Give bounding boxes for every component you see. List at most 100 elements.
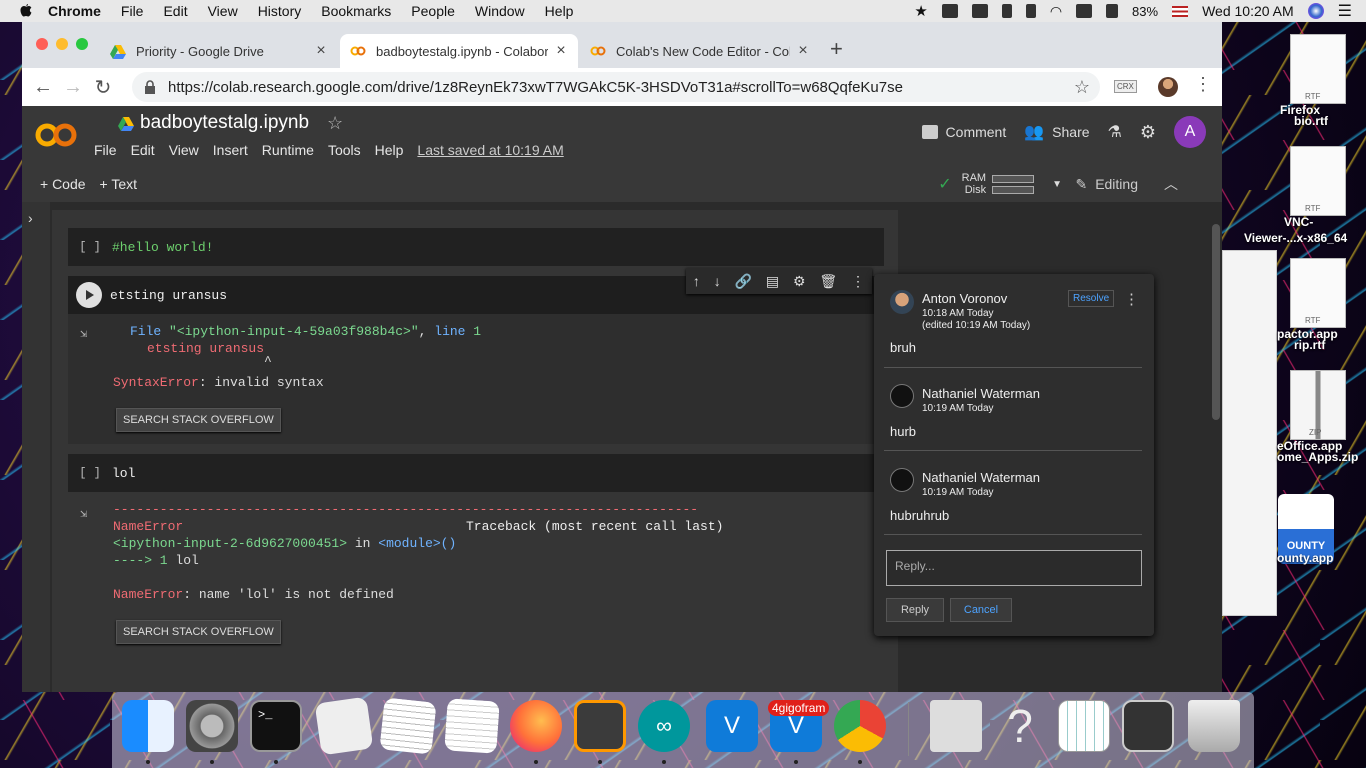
move-up-icon[interactable]: ↑ xyxy=(693,273,700,289)
star-icon[interactable]: ★ xyxy=(914,2,927,20)
siri-icon[interactable] xyxy=(1307,3,1324,19)
reply-button[interactable]: Reply xyxy=(886,598,944,622)
close-tab-icon[interactable]: × xyxy=(796,42,810,60)
cell-settings-icon[interactable]: ⚙ xyxy=(793,273,806,290)
resolve-button[interactable]: Resolve xyxy=(1068,290,1115,307)
add-text-button[interactable]: + Text xyxy=(100,176,138,192)
menu-help[interactable]: Help xyxy=(375,142,404,158)
finder-icon[interactable] xyxy=(122,700,174,752)
preview-icon[interactable] xyxy=(930,700,982,752)
wifi-icon[interactable]: ◠ xyxy=(1050,3,1062,20)
desktop-file-label[interactable]: Viewer-...x-x86_64 xyxy=(1244,231,1347,245)
cell-code[interactable]: etsting uransus xyxy=(110,288,227,303)
tab-colab-notebook[interactable]: badboytestalg.ipynb - Colabora × xyxy=(340,34,578,68)
bookmark-star-icon[interactable]: ☆ xyxy=(1074,77,1090,98)
menubar-window[interactable]: Window xyxy=(475,3,525,19)
notes-icon[interactable] xyxy=(444,698,500,754)
code-cell-1[interactable]: [ ] #hello world! xyxy=(68,228,884,266)
last-saved-link[interactable]: Last saved at 10:19 AM xyxy=(417,142,563,158)
screenshot-thumbnail-icon[interactable] xyxy=(1122,700,1174,752)
star-notebook-icon[interactable]: ☆ xyxy=(327,113,343,134)
close-tab-icon[interactable]: × xyxy=(314,42,328,60)
bolt-icon[interactable] xyxy=(1001,4,1012,18)
menubar-history[interactable]: History xyxy=(258,3,302,19)
output-icon[interactable]: ⇲ xyxy=(80,506,96,521)
volume-icon[interactable] xyxy=(1106,4,1119,18)
question-mark-icon[interactable]: ? xyxy=(994,700,1046,752)
battery-percent[interactable]: 83% xyxy=(1132,4,1158,19)
menu-view[interactable]: View xyxy=(169,142,199,158)
settings-gear-icon[interactable]: ⚙ xyxy=(1140,122,1156,143)
desktop-file-icon[interactable]: RTF xyxy=(1290,34,1346,104)
system-preferences-icon[interactable] xyxy=(186,700,238,752)
delete-icon[interactable]: 🗑 xyxy=(819,273,837,290)
crx-extension-icon[interactable]: CRX xyxy=(1114,80,1137,93)
script-editor-icon[interactable] xyxy=(314,696,374,756)
new-tab-button[interactable]: + xyxy=(830,36,843,62)
menu-file[interactable]: File xyxy=(94,142,117,158)
scrollbar[interactable] xyxy=(1212,224,1220,420)
chevron-right-icon[interactable]: › xyxy=(28,210,33,226)
box-icon[interactable] xyxy=(941,4,958,18)
apple-icon[interactable] xyxy=(18,3,34,19)
firefox-icon[interactable] xyxy=(510,700,562,752)
menubar-app-name[interactable]: Chrome xyxy=(48,3,101,19)
comment-cell-icon[interactable]: ▤ xyxy=(766,273,779,290)
comment-more-icon[interactable]: ⋮ xyxy=(1124,290,1139,308)
menu-edit[interactable]: Edit xyxy=(131,142,155,158)
side-panel-toggle[interactable]: › xyxy=(22,202,50,692)
link-icon[interactable]: 🔗 xyxy=(735,273,752,290)
menu-runtime[interactable]: Runtime xyxy=(262,142,314,158)
colab-logo[interactable] xyxy=(34,120,78,150)
address-bar[interactable]: https://colab.research.google.com/drive/… xyxy=(132,72,1100,102)
printer-icon[interactable] xyxy=(971,4,988,18)
cell-code[interactable]: lol xyxy=(112,466,135,481)
account-avatar[interactable]: A xyxy=(1174,116,1206,148)
reply-input[interactable]: Reply... xyxy=(886,550,1142,586)
trash-icon[interactable] xyxy=(1188,700,1240,752)
menu-tools[interactable]: Tools xyxy=(328,142,361,158)
chrome-icon[interactable] xyxy=(834,700,886,752)
menubar-edit[interactable]: Edit xyxy=(163,3,187,19)
profile-avatar[interactable] xyxy=(1158,77,1178,97)
desktop-file-icon[interactable]: RTF xyxy=(1290,258,1346,328)
cancel-button[interactable]: Cancel xyxy=(950,598,1012,622)
menu-insert[interactable]: Insert xyxy=(213,142,248,158)
desktop-file-label[interactable]: VNC- xyxy=(1284,215,1313,229)
menubar-people[interactable]: People xyxy=(411,3,455,19)
cell-code[interactable]: #hello world! xyxy=(112,240,213,255)
desktop-file-label[interactable]: rip.rtf xyxy=(1294,338,1325,352)
code-cell-3[interactable]: [ ] lol xyxy=(68,454,884,492)
editing-mode[interactable]: ✎ Editing ︿ xyxy=(1075,166,1178,202)
search-stack-overflow-button[interactable]: SEARCH STACK OVERFLOW xyxy=(116,408,281,432)
desktop-file-label[interactable]: ome_Apps.zip xyxy=(1277,450,1358,464)
chevron-up-icon[interactable]: ︿ xyxy=(1164,174,1178,194)
bluetooth-icon[interactable] xyxy=(1025,4,1036,18)
more-vert-icon[interactable]: ⋮ xyxy=(851,273,865,290)
reload-icon[interactable]: ↻ xyxy=(88,75,118,100)
desktop-file-label[interactable]: bio.rtf xyxy=(1294,114,1328,128)
airplay-icon[interactable] xyxy=(1076,4,1093,18)
zoom-window-button[interactable] xyxy=(76,38,88,50)
forward-arrow-icon[interactable]: → xyxy=(58,76,88,99)
calendar-grid-icon[interactable] xyxy=(1058,700,1110,752)
cell-run-bracket[interactable]: [ ] xyxy=(68,240,112,254)
comment-button[interactable]: Comment xyxy=(921,124,1006,140)
chevron-down-icon[interactable]: ▼ xyxy=(1052,179,1062,190)
sublime-text-icon[interactable] xyxy=(574,700,626,752)
clock[interactable]: Wed 10:20 AM xyxy=(1202,3,1294,19)
desktop-file-icon[interactable]: RTF xyxy=(1290,146,1346,216)
tab-colab-editor-article[interactable]: Colab's New Code Editor - Col × xyxy=(580,34,820,68)
background-window[interactable] xyxy=(1222,250,1277,616)
add-code-button[interactable]: + Code xyxy=(40,176,86,192)
menubar-file[interactable]: File xyxy=(121,3,144,19)
desktop-zip-icon[interactable]: ZIP xyxy=(1290,370,1346,440)
flask-icon[interactable]: ⚗ xyxy=(1108,122,1122,142)
flag-icon[interactable] xyxy=(1172,5,1189,17)
search-stack-overflow-button[interactable]: SEARCH STACK OVERFLOW xyxy=(116,620,281,644)
cell-run-bracket[interactable]: [ ] xyxy=(68,466,112,480)
minimize-window-button[interactable] xyxy=(56,38,68,50)
resource-monitor[interactable]: ✓ RAM Disk ▼ xyxy=(938,166,1062,202)
vnc-viewer-icon[interactable]: V xyxy=(706,700,758,752)
menu-list-icon[interactable]: ☰ xyxy=(1338,1,1352,21)
